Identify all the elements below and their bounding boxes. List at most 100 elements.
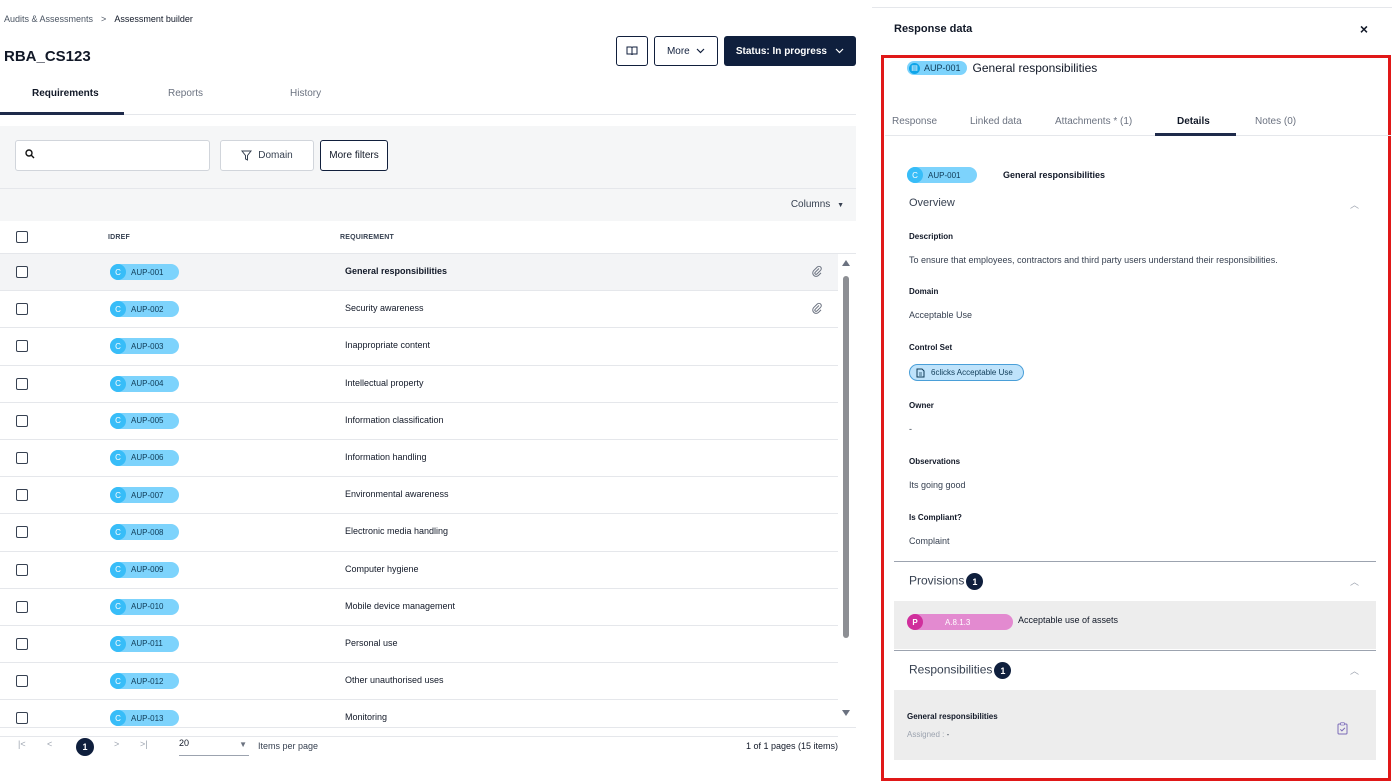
prev-page-button[interactable]: < [47, 739, 52, 749]
row-checkbox[interactable] [16, 414, 28, 427]
next-page-button[interactable]: > [114, 739, 119, 749]
status-button[interactable]: Status: In progress [723, 36, 856, 66]
last-page-button[interactable]: >| [140, 739, 148, 749]
per-page-value: 20 [179, 738, 190, 748]
row-checkbox[interactable] [16, 637, 28, 650]
paperclip-icon[interactable] [812, 265, 822, 277]
chip-id: AUP-003 [131, 341, 164, 351]
provisions-title[interactable]: Provisions 1 [909, 573, 984, 590]
chip-prefix: C [110, 561, 126, 578]
tab-history[interactable]: History [290, 88, 321, 99]
more-filters-button[interactable]: More filters [320, 140, 388, 171]
owner-value: - [909, 424, 912, 434]
requirement-chip[interactable]: C AUP-003 [110, 338, 179, 355]
chip-id: AUP-013 [131, 713, 164, 723]
domain-value: Acceptable Use [909, 310, 973, 320]
requirement-chip[interactable]: C AUP-009 [110, 561, 179, 578]
table-row[interactable]: C AUP-005 Information classification [0, 403, 838, 440]
book-button[interactable] [615, 36, 648, 66]
table-row[interactable]: C AUP-007 Environmental awareness [0, 477, 838, 515]
requirement-chip[interactable]: C AUP-011 [110, 635, 179, 652]
row-checkbox[interactable] [16, 303, 28, 316]
table-header: IDREF REQUIREMENT [0, 221, 856, 254]
tab-details[interactable]: Details [1177, 116, 1210, 127]
table-row[interactable]: C AUP-001 General responsibilities [0, 254, 838, 292]
requirement-chip[interactable]: C AUP-001 [110, 264, 179, 280]
overview-title[interactable]: Overview [909, 197, 955, 209]
table-row[interactable]: C AUP-009 Computer hygiene [0, 552, 838, 589]
scroll-down-arrow[interactable] [842, 710, 850, 716]
table-row[interactable]: C AUP-003 Inappropriate content [0, 328, 838, 366]
requirement-name: Computer hygiene [345, 563, 419, 574]
select-all-checkbox[interactable] [16, 231, 28, 243]
row-checkbox[interactable] [16, 489, 28, 502]
requirement-chip[interactable]: C AUP-013 [110, 710, 179, 727]
scroll-thumb[interactable] [843, 276, 849, 638]
tab-reports[interactable]: Reports [168, 88, 203, 99]
tab-linked-data[interactable]: Linked data [970, 116, 1022, 127]
domain-filter-button[interactable]: Domain [220, 140, 314, 171]
more-button[interactable]: More [653, 36, 718, 66]
table-row[interactable]: C AUP-012 Other unauthorised uses [0, 663, 838, 701]
provision-chip[interactable]: P A.8.1.3 [907, 614, 1013, 630]
first-page-button[interactable]: |< [18, 739, 26, 749]
control-set-label: Control Set [909, 343, 953, 352]
breadcrumb-parent[interactable]: Audits & Assessments [4, 14, 93, 24]
domain-label: Domain [258, 150, 293, 161]
page-1-button[interactable]: 1 [76, 738, 94, 756]
row-checkbox[interactable] [16, 563, 28, 576]
requirement-chip[interactable]: C AUP-008 [110, 524, 179, 541]
requirement-chip[interactable]: C AUP-010 [110, 598, 179, 615]
table-row[interactable]: C AUP-010 Mobile device management [0, 589, 838, 626]
tab-notes[interactable]: Notes (0) [1255, 116, 1296, 127]
row-checkbox[interactable] [16, 340, 28, 353]
table-row[interactable]: C AUP-004 Intellectual property [0, 366, 838, 403]
responsibility-assigned: Assigned : - [907, 730, 949, 739]
page-title: RBA_CS123 [4, 48, 91, 65]
search-input[interactable] [15, 140, 210, 171]
chevron-up-icon[interactable]: ︿ [1350, 198, 1359, 211]
clipboard-check-icon[interactable] [1337, 722, 1348, 735]
requirements-pane: Audits & Assessments > Assessment builde… [0, 0, 872, 783]
requirement-chip[interactable]: C AUP-002 [110, 301, 179, 318]
tab-requirements[interactable]: Requirements [32, 88, 99, 99]
row-checkbox[interactable] [16, 675, 28, 688]
row-checkbox[interactable] [16, 526, 28, 539]
tab-attachments[interactable]: Attachments * (1) [1055, 116, 1132, 127]
scroll-up-arrow[interactable] [842, 260, 850, 266]
chip-prefix: C [110, 301, 126, 318]
row-checkbox[interactable] [16, 600, 28, 613]
chevron-up-icon[interactable]: ︿ [1350, 575, 1359, 588]
requirement-chip[interactable]: C AUP-006 [110, 449, 179, 466]
requirement-chip[interactable]: C AUP-004 [110, 375, 179, 392]
row-checkbox[interactable] [16, 451, 28, 464]
requirement-name: Information handling [345, 451, 427, 462]
row-checkbox[interactable] [16, 266, 28, 278]
table-scrollbar[interactable] [841, 258, 851, 720]
control-set-pill[interactable]: 6clicks Acceptable Use [909, 364, 1024, 381]
header-requirement[interactable]: REQUIREMENT [340, 234, 394, 241]
table-row[interactable]: C AUP-006 Information handling [0, 440, 838, 478]
status-label: Status: In progress [735, 45, 827, 57]
chip-prefix: C [110, 338, 126, 355]
requirement-chip[interactable]: C AUP-012 [110, 673, 179, 690]
paperclip-icon[interactable] [812, 302, 822, 315]
row-checkbox[interactable] [16, 712, 28, 725]
requirement-name: Security awareness [345, 303, 424, 314]
filter-bar: Domain More filters [0, 126, 856, 188]
requirement-chip[interactable]: C AUP-005 [110, 412, 179, 429]
items-per-page-select[interactable]: 20 ▼ [179, 738, 249, 756]
panel-top-divider [872, 7, 1392, 8]
table-row[interactable]: C AUP-008 Electronic media handling [0, 514, 838, 552]
close-icon[interactable]: × [1360, 21, 1368, 37]
responsibilities-title[interactable]: Responsibilities 1 [909, 662, 1012, 679]
chevron-up-icon[interactable]: ︿ [1350, 664, 1359, 677]
table-row[interactable]: C AUP-011 Personal use [0, 626, 838, 664]
table-row[interactable]: C AUP-002 Security awareness [0, 291, 838, 329]
requirement-chip[interactable]: C AUP-007 [110, 487, 179, 504]
row-checkbox[interactable] [16, 377, 28, 390]
header-idref[interactable]: IDREF [108, 234, 130, 241]
columns-button[interactable]: Columns ▼ [791, 199, 844, 210]
chip-prefix: C [110, 487, 126, 504]
tab-response[interactable]: Response [892, 116, 937, 127]
